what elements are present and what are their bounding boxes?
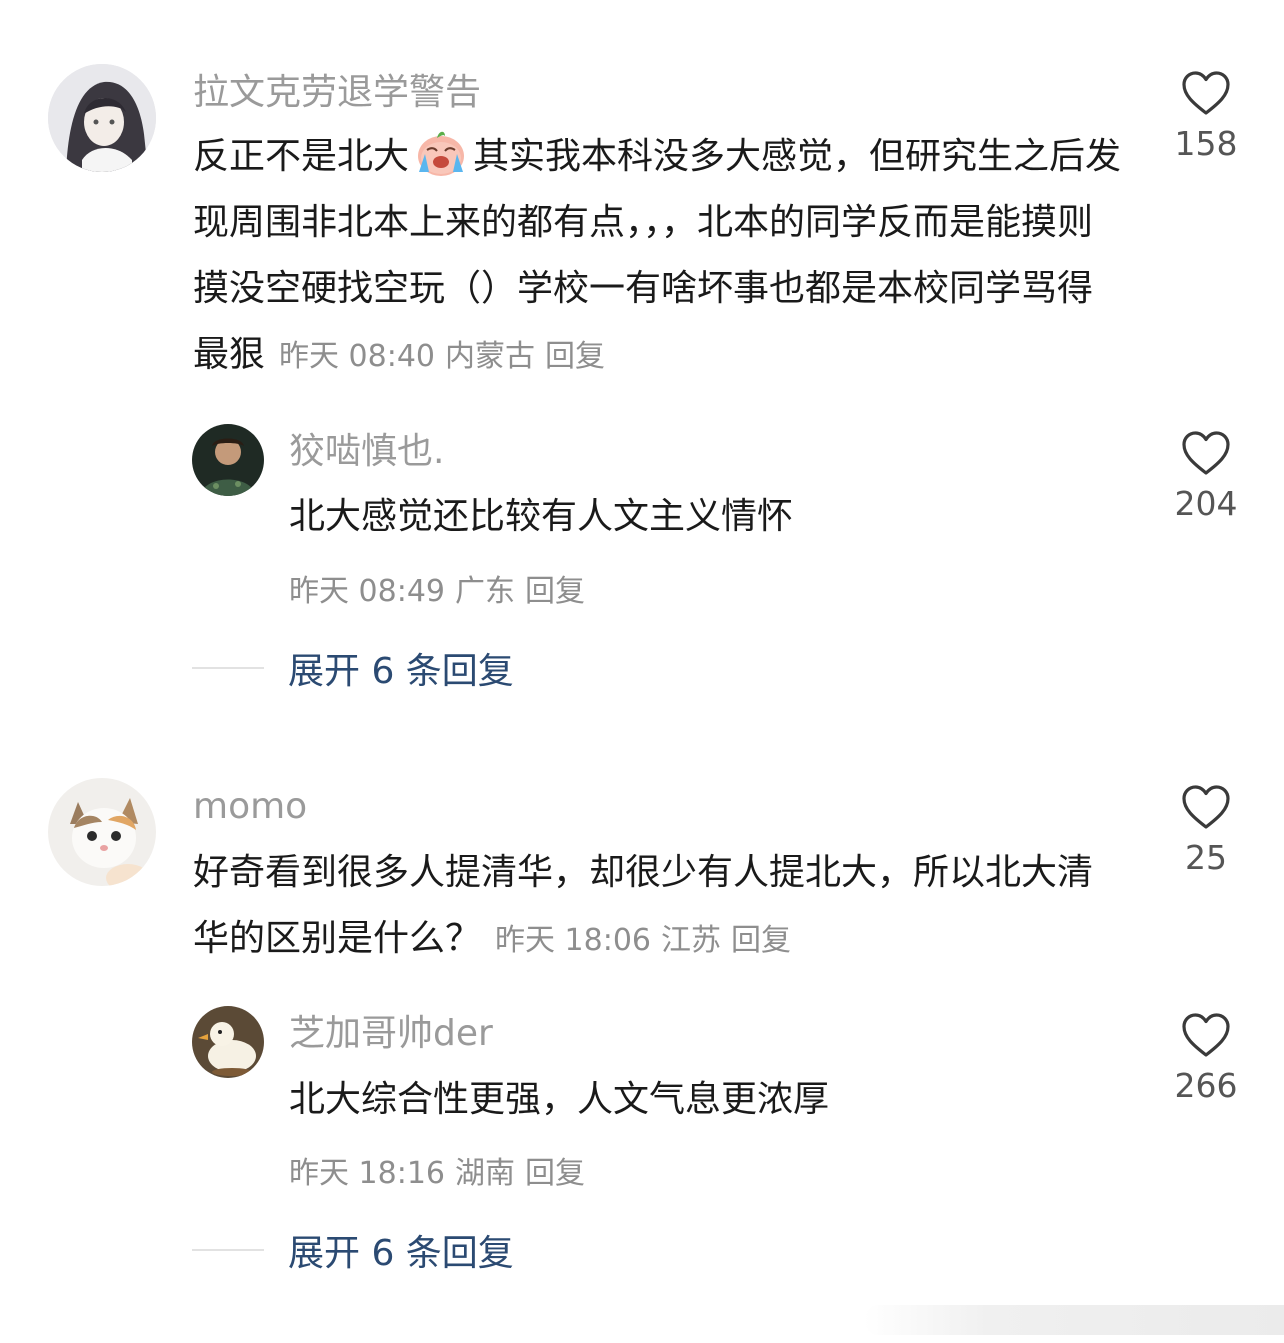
reply-username[interactable]: 狡啮慎也.	[289, 430, 444, 474]
reply-location: 湖南	[455, 1156, 515, 1191]
avatar[interactable]	[48, 64, 156, 172]
crying-face-emoji-icon	[415, 128, 467, 178]
like-count: 266	[1174, 1066, 1238, 1105]
comment-text-part: 反正不是北大	[193, 136, 410, 177]
like-count: 204	[1174, 484, 1238, 523]
reply-button[interactable]: 回复	[731, 923, 791, 958]
reply-location: 广东	[455, 574, 515, 609]
expand-replies[interactable]: 展开 6 条回复	[192, 646, 514, 692]
like-count: 25	[1185, 838, 1227, 877]
reply-username[interactable]: 芝加哥帅der	[289, 1012, 493, 1056]
comment-time: 昨天 08:40	[279, 339, 436, 374]
expand-replies-link[interactable]: 展开 6 条回复	[288, 642, 514, 694]
comment-username[interactable]: 拉文克劳退学警告	[193, 71, 481, 115]
person-avatar-image	[192, 424, 264, 496]
reply-time: 昨天 18:16	[289, 1156, 445, 1191]
expand-replies-link[interactable]: 展开 6 条回复	[288, 1224, 514, 1276]
heart-icon[interactable]	[1181, 784, 1231, 830]
like-group: 25	[1146, 784, 1266, 878]
comment-meta: 昨天 18:06 江苏 回复	[495, 923, 791, 958]
kitten-avatar-image	[48, 778, 156, 886]
reply-button[interactable]: 回复	[545, 339, 605, 374]
like-group: 266	[1146, 1012, 1266, 1106]
heart-icon[interactable]	[1181, 430, 1231, 476]
reply-button[interactable]: 回复	[525, 574, 585, 609]
reply-button[interactable]: 回复	[525, 1156, 585, 1191]
reply-meta: 昨天 18:16 湖南 回复	[289, 1148, 585, 1192]
avatar[interactable]	[48, 778, 156, 886]
avatar[interactable]	[192, 1006, 264, 1078]
comment-text: 反正不是北大 其实我本科没多大感觉，但研究生之后发现周围非北本上来的都有点，，，北…	[193, 124, 1128, 390]
reply-meta: 昨天 08:49 广东 回复	[289, 566, 585, 610]
comment-text: 好奇看到很多人提清华，却很少有人提北大，所以北大清华的区别是什么？ 昨天 18:0…	[193, 840, 1128, 974]
comment-time: 昨天 18:06	[495, 923, 652, 958]
divider-line	[192, 667, 264, 669]
watermark	[864, 1305, 1284, 1335]
like-count: 158	[1174, 124, 1238, 163]
expand-replies[interactable]: 展开 6 条回复	[192, 1228, 514, 1274]
comment-username[interactable]: momo	[193, 785, 307, 829]
heart-icon[interactable]	[1181, 1012, 1231, 1058]
heart-icon[interactable]	[1181, 70, 1231, 116]
duck-avatar-image	[192, 1006, 264, 1078]
divider-line	[192, 1249, 264, 1251]
comment-location: 江苏	[661, 923, 722, 958]
anime-girl-avatar-image	[48, 64, 156, 172]
comment-meta: 昨天 08:40 内蒙古 回复	[279, 339, 605, 374]
avatar[interactable]	[192, 424, 264, 496]
like-group: 204	[1146, 430, 1266, 524]
reply-text: 北大感觉还比较有人文主义情怀	[289, 496, 794, 537]
like-group: 158	[1146, 70, 1266, 164]
reply-time: 昨天 08:49	[289, 574, 445, 609]
comment-location: 内蒙古	[445, 339, 536, 374]
reply-text: 北大综合性更强，人文气息更浓厚	[289, 1079, 830, 1120]
